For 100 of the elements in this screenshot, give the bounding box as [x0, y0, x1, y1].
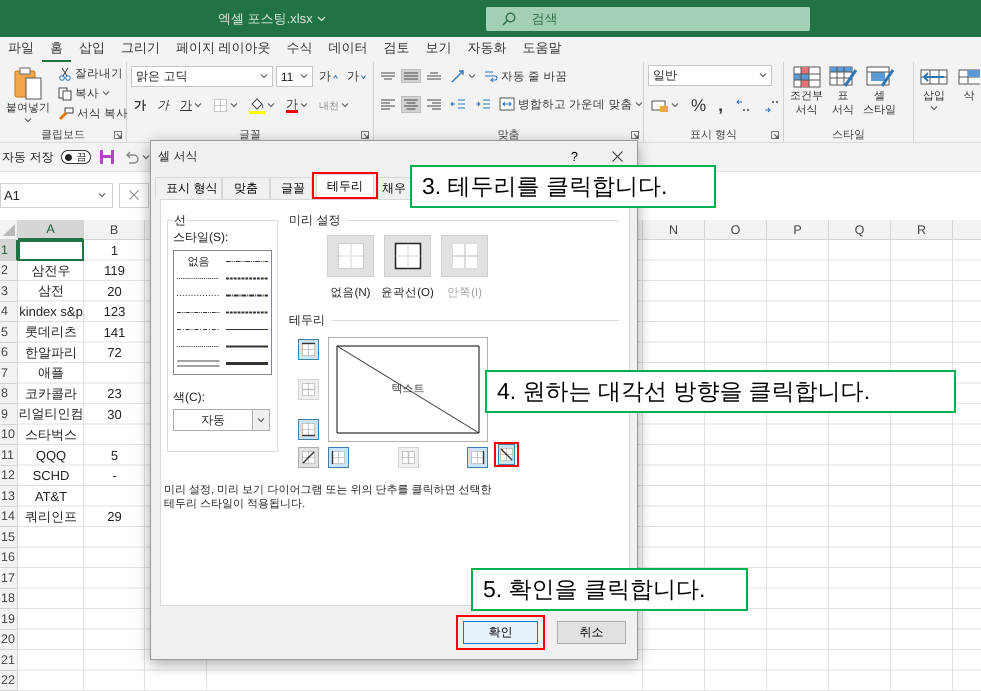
dialog-tab[interactable]: 채우	[378, 177, 411, 199]
border-button[interactable]	[298, 419, 319, 440]
caret-icon	[24, 118, 32, 123]
percent-button[interactable]: %	[688, 92, 710, 118]
delete-cells-button[interactable]: 삭	[956, 65, 981, 127]
bold-button[interactable]: 가	[131, 94, 149, 117]
column-header[interactable]: R	[891, 220, 953, 240]
row-header[interactable]: 17	[0, 568, 18, 588]
menu-tab[interactable]: 페이지 레이아웃	[168, 37, 279, 62]
number-format-dropdown[interactable]: 일반	[648, 65, 772, 86]
row-header[interactable]: 3	[0, 281, 18, 302]
menu-tab[interactable]: 검토	[376, 37, 418, 62]
border-button[interactable]	[467, 447, 488, 468]
column-header[interactable]: P	[767, 220, 829, 240]
menu-tab[interactable]: 자동화	[460, 37, 515, 62]
column-header[interactable]: N	[643, 220, 705, 240]
table-cell-text: -	[111, 467, 118, 486]
caret-icon	[300, 74, 308, 79]
scissors-icon	[58, 66, 72, 80]
menu-tab[interactable]: 그리기	[113, 37, 168, 62]
border-button[interactable]	[328, 447, 349, 468]
menu-tab[interactable]: 보기	[418, 37, 460, 62]
align-button[interactable]	[401, 96, 421, 112]
column-header[interactable]: Q	[829, 220, 891, 240]
dialog-button[interactable]: 취소	[557, 621, 626, 644]
color-dropdown[interactable]: 자동	[173, 409, 270, 431]
active-cell[interactable]	[18, 240, 84, 260]
autosave-toggle[interactable]: 끔	[61, 150, 92, 164]
underline-button[interactable]: 가	[177, 94, 205, 117]
menu-tab[interactable]: 파일	[0, 37, 42, 62]
border-button[interactable]	[298, 447, 319, 468]
group-label: 클립보드	[41, 128, 85, 142]
paste-button[interactable]: 붙여넣기	[4, 65, 52, 127]
row-header[interactable]: 1	[0, 240, 18, 260]
row-header[interactable]: 18	[0, 588, 18, 609]
font-color-button[interactable]: 가	[283, 95, 311, 116]
diagonal-arrow-icon	[450, 68, 466, 84]
dialog-tab[interactable]: 표시 형식	[155, 177, 222, 199]
align-left-icon	[381, 98, 395, 110]
caret-icon	[671, 103, 679, 108]
line-style-list[interactable]: 없음	[173, 250, 272, 375]
row-header[interactable]: 22	[0, 670, 18, 691]
cancel-button[interactable]	[119, 182, 149, 208]
border-button[interactable]	[298, 339, 319, 360]
row-header[interactable]: 9	[0, 404, 18, 424]
font-size-dropdown[interactable]: 11	[276, 66, 313, 87]
copy-button[interactable]: 복사	[56, 85, 130, 102]
row-header[interactable]: 6	[0, 342, 18, 363]
preset-button[interactable]	[384, 235, 431, 277]
row-header[interactable]: 15	[0, 527, 18, 548]
column-header[interactable]: A	[18, 220, 84, 240]
row-header[interactable]: 19	[0, 609, 18, 630]
preset-label: 안쪽(I)	[447, 286, 482, 300]
search-field[interactable]: 검색	[486, 6, 810, 30]
font-name-dropdown[interactable]: 맑은 고딕	[131, 66, 273, 87]
row-header[interactable]: 21	[0, 650, 18, 670]
triangle-icon	[2, 224, 14, 236]
row-header[interactable]: 2	[0, 260, 18, 281]
caret-icon	[267, 103, 275, 108]
italic-button[interactable]: 가	[154, 94, 172, 117]
style-button[interactable]: 표 서식	[827, 65, 859, 127]
menu-tab[interactable]: 수식	[278, 37, 321, 62]
table-cell-text: 쿼리인프	[24, 508, 78, 526]
insert-cells-button[interactable]: 삽입	[918, 65, 950, 127]
format-painter-button[interactable]: 서식 복사	[56, 105, 130, 122]
row-header[interactable]: 8	[0, 384, 18, 404]
menu-tab[interactable]: 데이터	[320, 37, 376, 62]
row-header[interactable]: 4	[0, 302, 18, 322]
row-header[interactable]: 10	[0, 424, 18, 445]
column-header[interactable]: B	[84, 220, 145, 240]
row-header[interactable]: 7	[0, 363, 18, 384]
table-cell-text: kindex s&p	[18, 303, 84, 322]
row-header[interactable]: 12	[0, 466, 18, 486]
dialog-button[interactable]: 확인	[463, 621, 538, 644]
dialog-tab[interactable]: 맞춤	[222, 177, 270, 199]
row-header[interactable]: 14	[0, 506, 18, 527]
menu-tab[interactable]: 삽입	[71, 37, 113, 62]
help-button[interactable]: ?	[566, 148, 582, 164]
row-header[interactable]: 20	[0, 630, 18, 650]
border-button[interactable]	[498, 444, 515, 465]
line-style-option[interactable]: 없음	[177, 253, 220, 270]
cut-button[interactable]: 잘라내기	[56, 65, 130, 82]
shrink-font-button[interactable]: 가	[344, 65, 369, 88]
column-header[interactable]: O	[705, 220, 767, 240]
border-middle-h-icon	[301, 382, 316, 397]
name-box[interactable]: A1	[0, 182, 113, 208]
grow-font-button[interactable]: 가	[316, 65, 341, 88]
menu-tab[interactable]: 도움말	[514, 37, 570, 62]
merge-center-button[interactable]: 병합하고 가운데 맞춤	[497, 96, 646, 112]
row-header[interactable]: 5	[0, 322, 18, 342]
align-button[interactable]	[401, 69, 421, 83]
dialog-tab[interactable]: 테두리	[316, 174, 374, 197]
dialog-tab[interactable]: 글꼴	[270, 177, 312, 199]
style-button[interactable]: 조건부 서식	[788, 65, 825, 127]
style-button[interactable]: 셀 스타일	[861, 65, 898, 127]
row-header[interactable]: 13	[0, 486, 18, 506]
row-header[interactable]: 16	[0, 548, 18, 568]
row-header[interactable]: 11	[0, 445, 18, 466]
wrap-text-button[interactable]: 자동 줄 바꿈	[482, 68, 570, 84]
comma-button[interactable]: ,	[715, 92, 726, 119]
